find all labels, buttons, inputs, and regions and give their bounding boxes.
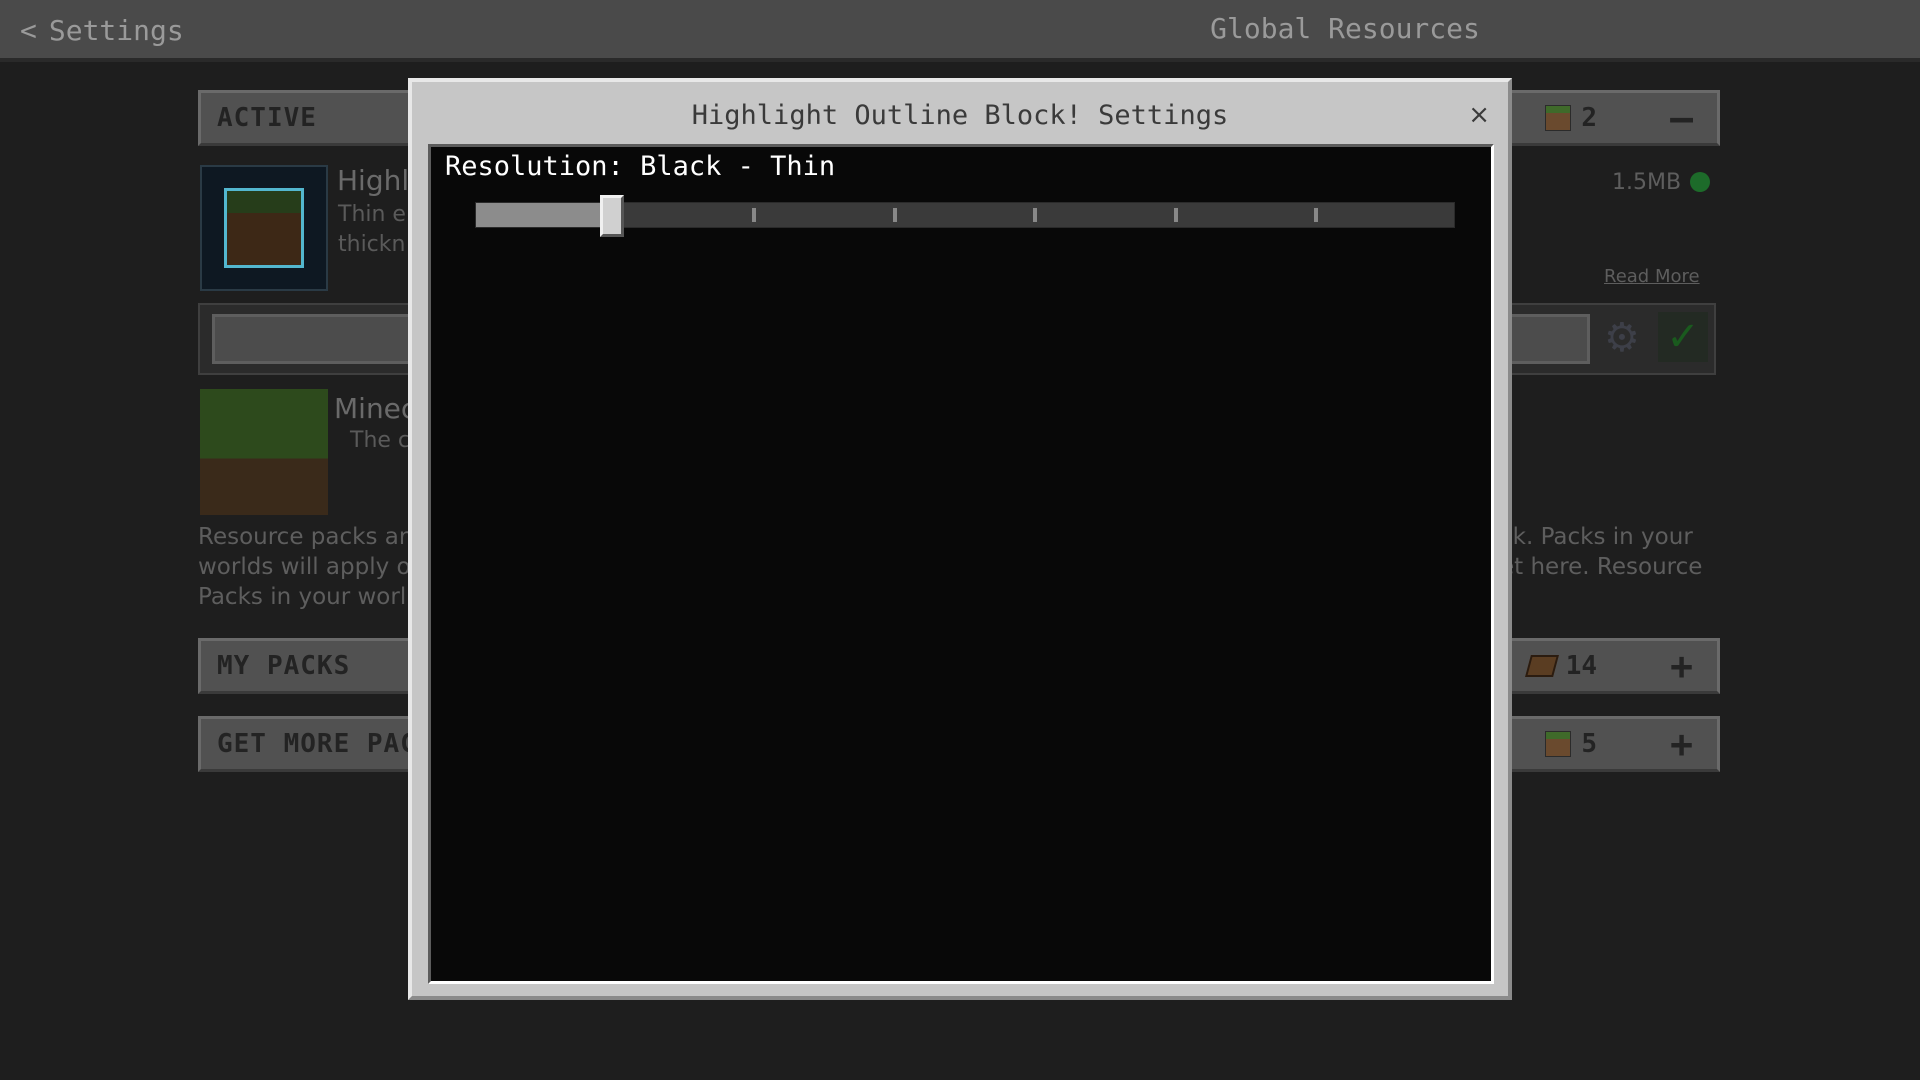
pack-desc-line: thickn bbox=[338, 232, 406, 257]
dialog-title: Highlight Outline Block! Settings bbox=[691, 100, 1229, 131]
slider-thumb[interactable] bbox=[600, 195, 624, 237]
info-text-right: ck. Packs in your et here. Resource bbox=[1500, 524, 1703, 580]
pack-title: Minec bbox=[334, 392, 417, 425]
my-packs-count: 14 bbox=[1524, 651, 1597, 681]
gear-icon[interactable]: ⚙ bbox=[1604, 318, 1640, 358]
expand-button[interactable]: + bbox=[1670, 647, 1693, 685]
grass-block-icon bbox=[1545, 731, 1572, 757]
pack-size: 1.5MB bbox=[1612, 170, 1682, 195]
slider-tick bbox=[1173, 208, 1178, 222]
outlined-cube-icon bbox=[224, 188, 304, 268]
section-label: ACTIVE bbox=[217, 103, 317, 133]
count-value: 5 bbox=[1581, 729, 1597, 759]
info-text-left: Resource packs are worlds will apply o P… bbox=[198, 524, 422, 610]
book-icon bbox=[1524, 655, 1559, 677]
read-more-link[interactable]: Read More bbox=[1604, 266, 1700, 287]
pack-description: The c bbox=[350, 428, 411, 453]
check-icon[interactable]: ✓ bbox=[1658, 312, 1708, 362]
pack-title: Highl bbox=[337, 164, 410, 197]
slider-fill bbox=[476, 203, 612, 227]
get-more-count: 5 bbox=[1545, 729, 1597, 759]
top-bar: < Settings Global Resources bbox=[0, 0, 1920, 62]
back-button[interactable]: < Settings bbox=[20, 12, 184, 48]
status-indicator bbox=[1690, 172, 1710, 192]
settings-dialog: Highlight Outline Block! Settings × Reso… bbox=[408, 78, 1512, 1000]
chevron-left-icon: < bbox=[20, 13, 37, 47]
slider-tick bbox=[752, 208, 757, 222]
close-icon[interactable]: × bbox=[1468, 102, 1490, 128]
resolution-slider[interactable] bbox=[475, 195, 1455, 237]
page-title: Global Resources bbox=[1210, 12, 1480, 45]
section-label: GET MORE PAC bbox=[217, 729, 417, 759]
grass-block-icon bbox=[1545, 105, 1572, 131]
active-count: 2 bbox=[1545, 103, 1597, 133]
slider-tick bbox=[1314, 208, 1318, 222]
expand-button[interactable]: + bbox=[1670, 725, 1693, 763]
back-label: Settings bbox=[48, 13, 184, 47]
setting-label: Resolution: Black - Thin bbox=[445, 151, 836, 182]
count-value: 14 bbox=[1565, 651, 1597, 681]
pack-desc-line: Thin e bbox=[338, 202, 406, 227]
dialog-body: Resolution: Black - Thin bbox=[428, 144, 1494, 984]
pack-icon-minecraft[interactable] bbox=[200, 389, 328, 515]
slider-tick bbox=[892, 208, 897, 222]
pack-icon-highlight[interactable] bbox=[200, 165, 328, 291]
slider-tick bbox=[1033, 208, 1038, 222]
pack-action-button-right[interactable] bbox=[1500, 314, 1590, 364]
section-label: MY PACKS bbox=[217, 651, 351, 681]
collapse-button[interactable]: — bbox=[1670, 99, 1693, 137]
count-value: 2 bbox=[1581, 103, 1597, 133]
pack-description: Thin e thickn bbox=[338, 200, 406, 260]
